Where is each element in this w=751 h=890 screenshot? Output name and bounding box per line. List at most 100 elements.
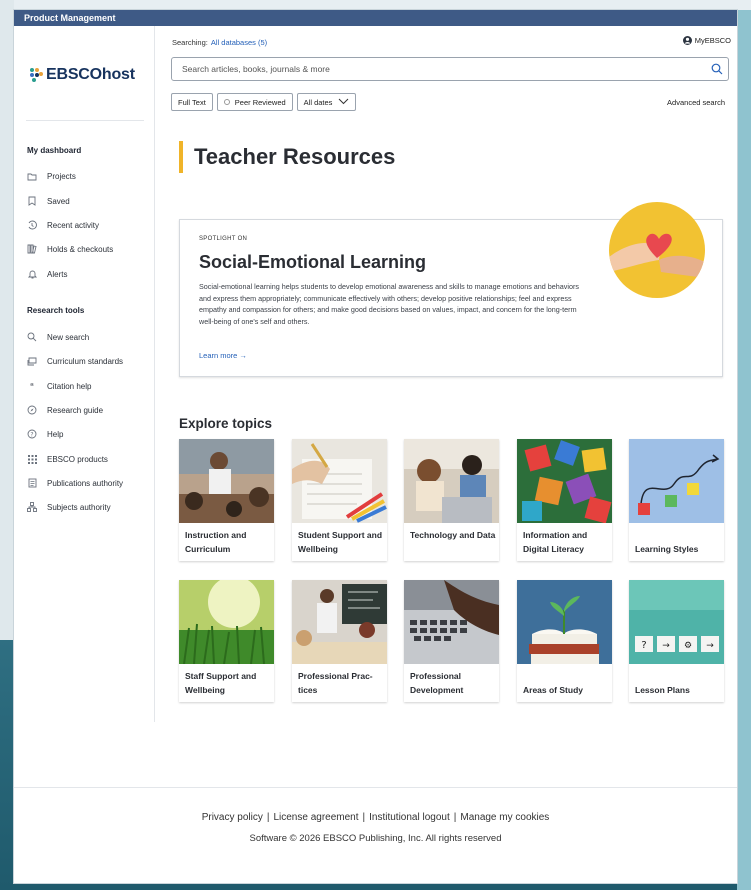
topic-label: Staff Support and Wellbeing (185, 671, 257, 695)
hands-keyboard-image (404, 580, 499, 664)
learn-more-link[interactable]: Learn more → (199, 351, 247, 360)
topic-label: Professional Prac-tices (298, 671, 373, 695)
sidebar-item-label: Publications authority (47, 478, 124, 488)
search-filters: Full Text Peer Reviewed All dates (171, 93, 357, 111)
topic-card-technology[interactable]: Technology and Data (404, 439, 499, 561)
sidebar-item-projects[interactable]: Projects (27, 168, 76, 184)
sidebar-item-publications-authority[interactable]: Publications authority (27, 475, 123, 491)
books-icon (27, 244, 37, 254)
sidebar-item-label: Recent activity (47, 220, 100, 230)
sidebar-item-label: Projects (47, 171, 76, 181)
topic-card-student-support[interactable]: Student Support and Wellbeing (292, 439, 387, 561)
search-input[interactable] (180, 63, 706, 75)
full-text-label: Full Text (178, 97, 206, 107)
spotlight-description: Social-emotional learning helps students… (199, 282, 579, 327)
user-icon (682, 36, 692, 45)
databases-link[interactable]: All databases (5) (211, 38, 267, 47)
sidebar-item-label: Subjects authority (47, 502, 111, 512)
full-text-filter[interactable]: Full Text (171, 93, 213, 111)
advanced-search-link[interactable]: Advanced search (667, 98, 725, 107)
main-content: Searching:All databases (5) MyEBSCO Full… (155, 26, 737, 786)
topic-label: Student Support and Wellbeing (298, 530, 383, 554)
search-icon (27, 332, 37, 342)
sidebar-item-saved[interactable]: Saved (27, 193, 70, 209)
sidebar-item-help[interactable]: ? Help (27, 426, 63, 442)
peer-reviewed-filter[interactable]: Peer Reviewed (216, 93, 293, 111)
footer-separator: | (453, 812, 457, 823)
institutional-logout-link[interactable]: Institutional logout (369, 812, 450, 823)
ebscohost-logo[interactable]: EBSCOhost (30, 66, 135, 84)
sidebar-item-label: Help (47, 429, 64, 439)
hierarchy-icon (27, 502, 37, 512)
topic-card-lesson-plans[interactable]: ? → ⚙ → Lesson Plans (629, 580, 724, 702)
sidebar-item-label: Curriculum standards (47, 356, 124, 366)
date-filter-dropdown[interactable]: All dates (296, 93, 357, 111)
topic-label: Learning Styles (635, 544, 699, 554)
topic-label: Professional Development (410, 671, 464, 695)
desktop-background (0, 0, 14, 640)
alphabet-letters-image (517, 439, 612, 523)
checkbox-icon (223, 99, 230, 105)
window-titlebar: Product Management (14, 10, 737, 26)
compass-icon (27, 405, 37, 415)
sidebar-item-label: Alerts (47, 269, 68, 279)
desktop-background-right (737, 10, 751, 890)
sidebar-item-curriculum-standards[interactable]: Curriculum standards (27, 353, 123, 369)
spotlight-card: SPOTLIGHT ON Social-Emotional Learning S… (179, 202, 723, 377)
topic-label: Instruction and Curriculum (185, 530, 247, 554)
sidebar-item-ebsco-products[interactable]: EBSCO products (27, 451, 108, 467)
page-title-block: Teacher Resources (179, 141, 395, 173)
footer-separator: | (362, 812, 366, 823)
privacy-policy-link[interactable]: Privacy policy (202, 812, 263, 823)
sidebar-item-recent-activity[interactable]: Recent activity (27, 217, 99, 233)
sidebar-item-citation-help[interactable]: “ Citation help (27, 378, 91, 394)
puzzle-pieces-image: ? → ⚙ → (629, 580, 724, 664)
topic-card-areas-of-study[interactable]: Areas of Study (517, 580, 612, 702)
myebsco-button[interactable]: MyEBSCO (682, 36, 731, 45)
svg-text:→: → (706, 641, 714, 651)
sidebar-item-alerts[interactable]: Alerts (27, 266, 67, 282)
topic-label: Information and Digital Literacy (523, 530, 588, 554)
page-title: Teacher Resources (194, 144, 396, 169)
svg-text:→: → (662, 641, 670, 651)
sidebar-divider (26, 120, 144, 121)
sidebar-item-label: New search (47, 332, 90, 342)
chevron-down-icon (338, 97, 349, 107)
sidebar-item-subjects-authority[interactable]: Subjects authority (27, 499, 111, 515)
sidebar-item-label: Holds & checkouts (47, 244, 114, 254)
sidebar-item-research-guide[interactable]: Research guide (27, 402, 103, 418)
search-bar (171, 57, 729, 81)
sidebar-item-label: EBSCO products (47, 454, 108, 464)
spotlight-title: Social-Emotional Learning (199, 252, 427, 272)
explore-topics-heading: Explore topics (179, 416, 273, 431)
myebsco-label: MyEBSCO (694, 36, 731, 45)
folder-icon (27, 171, 37, 181)
sidebar-item-label: Research guide (47, 405, 104, 415)
spotlight-kicker: SPOTLIGHT ON (199, 236, 248, 242)
topic-card-information-literacy[interactable]: Information and Digital Literacy (517, 439, 612, 561)
license-agreement-link[interactable]: License agreement (273, 812, 358, 823)
topic-card-instruction[interactable]: Instruction and Curriculum (179, 439, 274, 561)
spotlight-heart-image (609, 202, 705, 298)
topic-card-professional-practices[interactable]: Professional Prac-tices (292, 580, 387, 702)
topic-card-staff-support[interactable]: Staff Support and Wellbeing (179, 580, 274, 702)
history-icon (27, 220, 37, 230)
topic-label: Areas of Study (523, 685, 583, 695)
standards-icon (27, 356, 37, 366)
sidebar-item-new-search[interactable]: New search (27, 329, 89, 345)
topic-card-learning-styles[interactable]: Learning Styles (629, 439, 724, 561)
quote-icon: “ (30, 381, 34, 391)
learning-path-image (629, 439, 724, 523)
bookmark-icon (27, 196, 37, 206)
topic-card-professional-development[interactable]: Professional Development (404, 580, 499, 702)
footer-separator: | (266, 812, 270, 823)
footer-divider (14, 787, 737, 788)
ebsco-logo-icon (30, 68, 44, 82)
publication-icon (27, 478, 37, 488)
logo-text: EBSCOhost (46, 66, 135, 83)
svg-text:?: ? (641, 640, 646, 651)
sidebar-item-holds-checkouts[interactable]: Holds & checkouts (27, 241, 113, 257)
title-accent-bar (179, 141, 183, 173)
search-icon[interactable] (706, 63, 728, 75)
manage-cookies-link[interactable]: Manage my cookies (460, 812, 549, 823)
